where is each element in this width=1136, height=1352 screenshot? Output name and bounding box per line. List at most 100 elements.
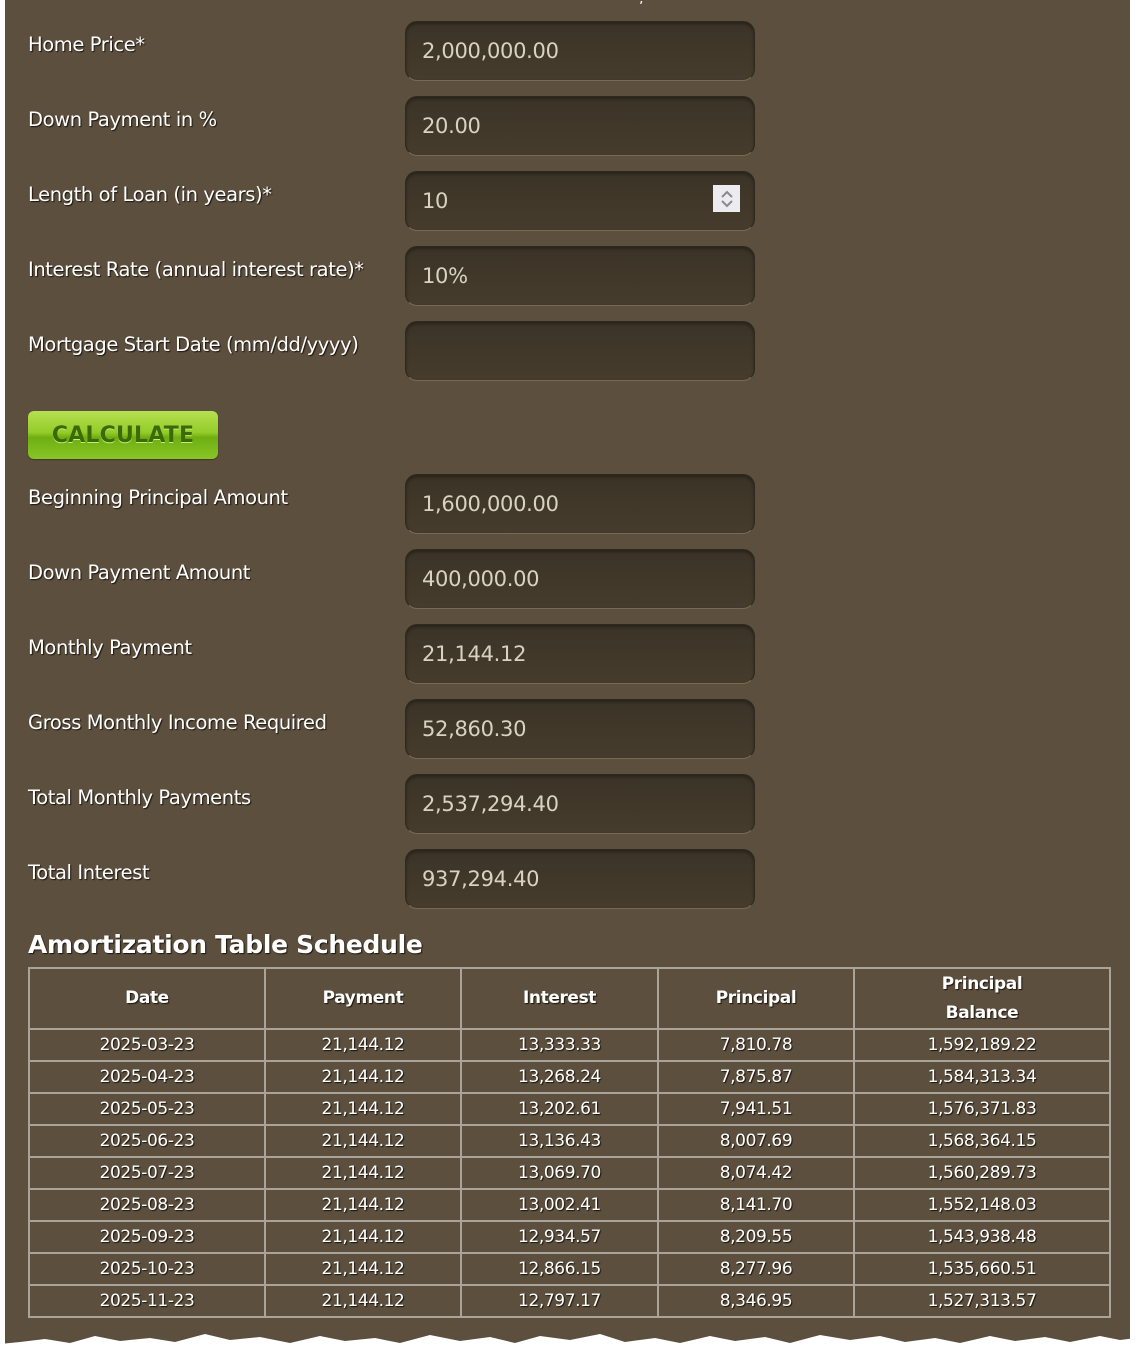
table-row: 2025-09-23 21,144.12 12,934.57 8,209.55 1,54… (28, 1220, 1111, 1254)
form-row-start-date: Mortgage Start Date (mm/dd/yyyy) (5, 321, 1130, 381)
result-row-total-payments: Total Monthly Payments (5, 774, 1130, 834)
table-header-row: Date Payment Interest Principal Principa… (28, 967, 1111, 1030)
interest-cell: 13,002.41 (460, 1188, 659, 1222)
chevron-up-icon[interactable] (720, 190, 733, 198)
loan-length-spinner[interactable] (713, 185, 740, 212)
payment-cell: 21,144.12 (264, 1060, 462, 1094)
interest-rate-label: Interest Rate (annual interest rate)* (28, 258, 364, 281)
payment-cell: 21,144.12 (264, 1252, 462, 1286)
down-payment-percent-label: Down Payment in % (28, 108, 217, 131)
total-payments-field[interactable] (405, 774, 755, 834)
interest-cell: 13,136.43 (460, 1124, 659, 1158)
down-payment-percent-input[interactable] (405, 96, 755, 156)
gross-income-label: Gross Monthly Income Required (28, 711, 327, 734)
result-row-beginning-principal: Beginning Principal Amount (5, 474, 1130, 534)
column-header-date: Date (28, 967, 266, 1030)
table-row: 2025-05-23 21,144.12 13,202.61 7,941.51 1,57… (28, 1092, 1111, 1126)
loan-length-input[interactable] (405, 171, 755, 231)
table-row: 2025-10-23 21,144.12 12,866.15 8,277.96 1,53… (28, 1252, 1111, 1286)
result-row-monthly-payment: Monthly Payment (5, 624, 1130, 684)
result-row-down-payment-amount: Down Payment Amount (5, 549, 1130, 609)
principal-cell: 7,875.87 (657, 1060, 855, 1094)
date-cell: 2025-04-23 (28, 1060, 266, 1094)
interest-cell: 12,866.15 (460, 1252, 659, 1286)
date-cell: 2025-05-23 (28, 1092, 266, 1126)
table-row: 2025-03-23 21,144.12 13,333.33 7,810.78 1,59… (28, 1028, 1111, 1062)
form-row-loan-length: Length of Loan (in years)* (5, 171, 1130, 231)
principal-cell: 8,277.96 (657, 1252, 855, 1286)
interest-cell: 13,202.61 (460, 1092, 659, 1126)
home-price-input[interactable] (405, 21, 755, 81)
table-row: 2025-04-23 21,144.12 13,268.24 7,875.87 1,58… (28, 1060, 1111, 1094)
down-payment-amount-field[interactable] (405, 549, 755, 609)
principal-cell: 8,074.42 (657, 1156, 855, 1190)
column-header-principal-balance: Principal Balance (853, 967, 1111, 1030)
table-row: 2025-07-23 21,144.12 13,069.70 8,074.42 1,56… (28, 1156, 1111, 1190)
total-interest-field[interactable] (405, 849, 755, 909)
start-date-input[interactable] (405, 321, 755, 381)
column-header-payment: Payment (264, 967, 462, 1030)
principal-cell: 8,141.70 (657, 1188, 855, 1222)
payment-cell: 21,144.12 (264, 1124, 462, 1158)
date-cell: 2025-08-23 (28, 1188, 266, 1222)
amortization-table: Date Payment Interest Principal Principa… (28, 967, 1111, 1318)
principal-balance-cell: 1,584,313.34 (853, 1060, 1111, 1094)
table-row: 2025-08-23 21,144.12 13,002.41 8,141.70 1,55… (28, 1188, 1111, 1222)
calculator-page: , Home Price* Down Payment in % Length o… (5, 0, 1130, 1352)
result-row-gross-income: Gross Monthly Income Required (5, 699, 1130, 759)
date-cell: 2025-07-23 (28, 1156, 266, 1190)
date-cell: 2025-06-23 (28, 1124, 266, 1158)
principal-cell: 7,941.51 (657, 1092, 855, 1126)
total-payments-label: Total Monthly Payments (28, 786, 251, 809)
payment-cell: 21,144.12 (264, 1156, 462, 1190)
interest-cell: 13,333.33 (460, 1028, 659, 1062)
beginning-principal-label: Beginning Principal Amount (28, 486, 288, 509)
monthly-payment-label: Monthly Payment (28, 636, 192, 659)
principal-balance-cell: 1,576,371.83 (853, 1092, 1111, 1126)
interest-cell: 12,797.17 (460, 1284, 659, 1318)
interest-cell: 13,268.24 (460, 1060, 659, 1094)
date-cell: 2025-11-23 (28, 1284, 266, 1318)
down-payment-amount-label: Down Payment Amount (28, 561, 251, 584)
interest-cell: 13,069.70 (460, 1156, 659, 1190)
table-row: 2025-06-23 21,144.12 13,136.43 8,007.69 1,56… (28, 1124, 1111, 1158)
principal-balance-cell: 1,592,189.22 (853, 1028, 1111, 1062)
payment-cell: 21,144.12 (264, 1220, 462, 1254)
gross-income-field[interactable] (405, 699, 755, 759)
column-header-principal: Principal (657, 967, 855, 1030)
column-header-interest: Interest (460, 967, 659, 1030)
date-cell: 2025-09-23 (28, 1220, 266, 1254)
principal-cell: 8,346.95 (657, 1284, 855, 1318)
payment-cell: 21,144.12 (264, 1284, 462, 1318)
page-heading-fragment: , (639, 0, 645, 4)
interest-cell: 12,934.57 (460, 1220, 659, 1254)
payment-cell: 21,144.12 (264, 1028, 462, 1062)
calculate-button[interactable]: CALCULATE (28, 411, 218, 459)
interest-rate-input[interactable] (405, 246, 755, 306)
payment-cell: 21,144.12 (264, 1188, 462, 1222)
principal-cell: 7,810.78 (657, 1028, 855, 1062)
total-interest-label: Total Interest (28, 861, 150, 884)
date-cell: 2025-10-23 (28, 1252, 266, 1286)
principal-balance-cell: 1,543,938.48 (853, 1220, 1111, 1254)
result-row-total-interest: Total Interest (5, 849, 1130, 909)
principal-balance-cell: 1,552,148.03 (853, 1188, 1111, 1222)
date-cell: 2025-03-23 (28, 1028, 266, 1062)
form-row-interest-rate: Interest Rate (annual interest rate)* (5, 246, 1130, 306)
start-date-label: Mortgage Start Date (mm/dd/yyyy) (28, 333, 359, 356)
form-row-home-price: Home Price* (5, 21, 1130, 81)
payment-cell: 21,144.12 (264, 1092, 462, 1126)
principal-balance-cell: 1,560,289.73 (853, 1156, 1111, 1190)
home-price-label: Home Price* (28, 33, 145, 56)
principal-balance-cell: 1,535,660.51 (853, 1252, 1111, 1286)
loan-length-label: Length of Loan (in years)* (28, 183, 272, 206)
form-row-down-payment-percent: Down Payment in % (5, 96, 1130, 156)
principal-balance-cell: 1,527,313.57 (853, 1284, 1111, 1318)
principal-balance-cell: 1,568,364.15 (853, 1124, 1111, 1158)
table-row: 2025-11-23 21,144.12 12,797.17 8,346.95 1,52… (28, 1284, 1111, 1318)
principal-cell: 8,209.55 (657, 1220, 855, 1254)
monthly-payment-field[interactable] (405, 624, 755, 684)
amortization-title: Amortization Table Schedule (28, 930, 423, 959)
beginning-principal-field[interactable] (405, 474, 755, 534)
chevron-down-icon[interactable] (720, 199, 733, 208)
